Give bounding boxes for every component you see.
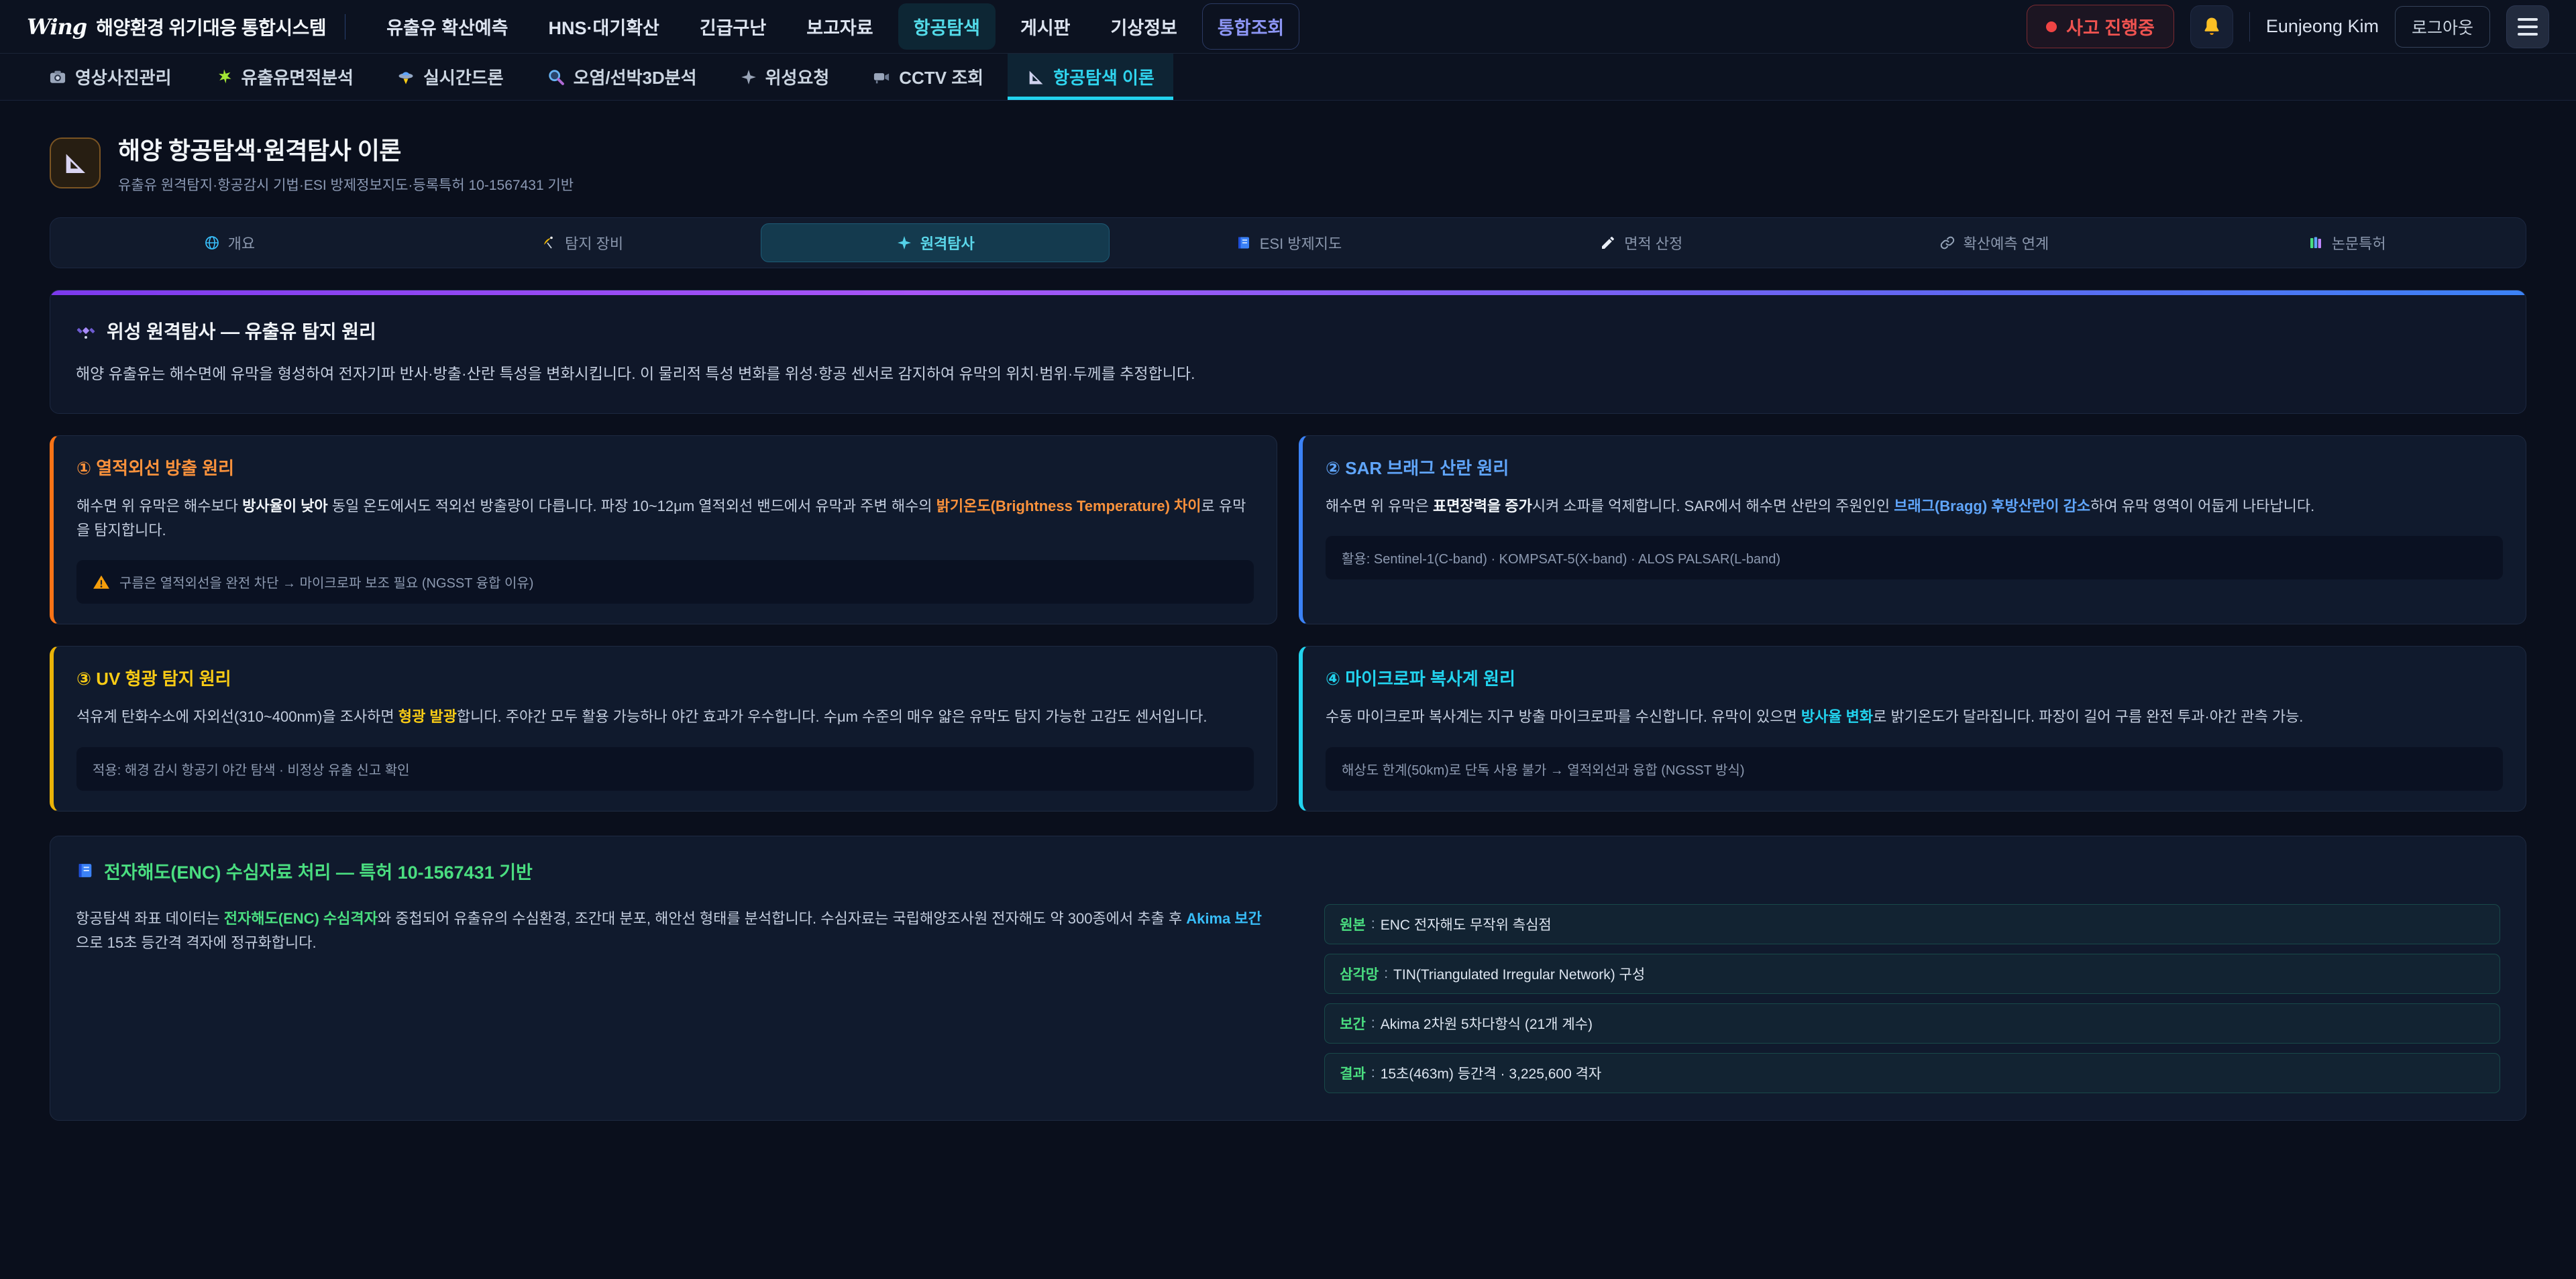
- enc-description: 항공탐색 좌표 데이터는 전자해도(ENC) 수심격자와 중첩되어 유출유의 수…: [76, 904, 1264, 1093]
- subnav-item-cctv[interactable]: CCTV 조회: [853, 54, 1002, 100]
- bell-icon: [2200, 15, 2223, 38]
- set-square-icon: [1026, 68, 1045, 87]
- subnav-item-aerial-search-theory[interactable]: 항공탐색 이론: [1008, 54, 1173, 100]
- wing-logo-text: Wing: [27, 14, 87, 40]
- tab-overview[interactable]: 개요: [56, 223, 403, 262]
- main-nav: 유출유 확산예측 HNS·대기확산 긴급구난 보고자료 항공탐색 게시판 기상정…: [371, 3, 1299, 50]
- page-header: 해양 항공탐색·원격탐사 이론 유출유 원격탐지·항공감시 기법·ESI 방제정…: [50, 131, 2526, 194]
- section-description: 해양 유출유는 해수면에 유막을 형성하여 전자기파 반사·방출·산란 특성을 …: [76, 362, 2500, 386]
- enc-title: 전자해도(ENC) 수심자료 처리 — 특허 10-1567431 기반: [104, 858, 533, 884]
- books-icon: [2308, 235, 2324, 251]
- tab-esi-map[interactable]: ESI 방제지도: [1115, 223, 1462, 262]
- card-note: 적용: 해경 감시 항공기 야간 탐색 · 비정상 유출 신고 확인: [76, 747, 1254, 791]
- card-thermal-infrared: ① 열적외선 방출 원리 해수면 위 유막은 해수보다 방사율이 낮아 동일 온…: [50, 435, 1277, 625]
- hamburger-menu-button[interactable]: [2506, 5, 2549, 48]
- section-title-row: 위성 원격탐사 — 유출유 탐지 원리: [76, 317, 2500, 344]
- magnifier-icon: [547, 68, 566, 87]
- subnav-item-pollution-3d-analysis[interactable]: 오염/선박3D분석: [528, 54, 716, 100]
- drone-icon: [396, 68, 415, 87]
- card-microwave-radiometer: ④ 마이크로파 복사계 원리 수동 마이크로파 복사계는 지구 방출 마이크로파…: [1299, 646, 2526, 811]
- book-icon: [1236, 235, 1252, 251]
- tab-diffusion-forecast-link[interactable]: 확산예측 연계: [1821, 223, 2168, 262]
- principle-cards-grid: ① 열적외선 방출 원리 해수면 위 유막은 해수보다 방사율이 낮아 동일 온…: [50, 435, 2526, 812]
- card-body: 석유계 탄화수소에 자외선(310~400nm)을 조사하면 형광 발광합니다.…: [76, 705, 1254, 729]
- dish-icon: [541, 235, 557, 251]
- page-title-group: 해양 항공탐색·원격탐사 이론 유출유 원격탐지·항공감시 기법·ESI 방제정…: [118, 131, 574, 194]
- link-icon: [1939, 235, 1955, 251]
- pencil-icon: [1600, 235, 1616, 251]
- page-subtitle: 유출유 원격탐지·항공감시 기법·ESI 방제정보지도·등록특허 10-1567…: [118, 174, 574, 194]
- enc-bathymetry-section: 전자해도(ENC) 수심자료 처리 — 특허 10-1567431 기반 항공탐…: [50, 836, 2526, 1121]
- enc-row-interpolation: 보간 : Akima 2차원 5차다항식 (21개 계수): [1324, 1003, 2500, 1044]
- set-square-icon: [62, 150, 89, 176]
- enc-process-list: 원본 : ENC 전자해도 무작위 측심점 삼각망 : TIN(Triangul…: [1324, 904, 2500, 1093]
- satellite-icon: [76, 321, 96, 341]
- nav-item-emergency-rescue[interactable]: 긴급구난: [684, 3, 782, 50]
- tab-detection-equipment[interactable]: 탐지 장비: [409, 223, 756, 262]
- card-note: 활용: Sentinel-1(C-band) · KOMPSAT-5(X-ban…: [1326, 536, 2503, 579]
- book-icon: [76, 861, 95, 880]
- cctv-icon: [872, 68, 891, 87]
- card-body: 해수면 위 유막은 해수보다 방사율이 낮아 동일 온도에서도 적외선 방출량이…: [76, 494, 1254, 543]
- card-title: ③ UV 형광 탐지 원리: [76, 665, 1254, 690]
- divider: [2249, 12, 2250, 42]
- user-name: Eunjeong Kim: [2266, 16, 2379, 37]
- card-note: 해상도 한계(50km)로 단독 사용 불가 → 열적외선과 융합 (NGSST…: [1326, 747, 2503, 791]
- topbar-right-group: 사고 진행중 Eunjeong Kim 로그아웃: [2027, 5, 2549, 48]
- subnav-item-photo-management[interactable]: 영상사진관리: [30, 54, 191, 100]
- enc-row-source: 원본 : ENC 전자해도 무작위 측심점: [1324, 904, 2500, 944]
- satellite-star-icon: [740, 68, 757, 86]
- incident-status-badge[interactable]: 사고 진행중: [2027, 5, 2174, 48]
- globe-icon: [204, 235, 220, 251]
- enc-row-result: 결과 : 15초(463m) 등간격 · 3,225,600 격자: [1324, 1053, 2500, 1093]
- card-uv-fluorescence: ③ UV 형광 탐지 원리 석유계 탄화수소에 자외선(310~400nm)을 …: [50, 646, 1277, 811]
- card-title: ④ 마이크로파 복사계 원리: [1326, 665, 2503, 690]
- page-title: 해양 항공탐색·원격탐사 이론: [118, 131, 574, 166]
- warning-icon: [93, 573, 110, 591]
- nav-item-integrated-query[interactable]: 통합조회: [1202, 3, 1299, 50]
- main-content: 해양 항공탐색·원격탐사 이론 유출유 원격탐지·항공감시 기법·ESI 방제정…: [0, 101, 2576, 1121]
- status-dot-icon: [2046, 21, 2057, 32]
- camera-icon: [48, 68, 67, 87]
- nav-item-board[interactable]: 게시판: [1005, 3, 1086, 50]
- card-body: 해수면 위 유막은 표면장력을 증가시켜 소파를 억제합니다. SAR에서 해수…: [1326, 494, 2503, 518]
- subnav-item-realtime-drone[interactable]: 실시간드론: [378, 54, 523, 100]
- content-tab-bar: 개요 탐지 장비 원격탐사 ESI 방제지도: [50, 217, 2526, 268]
- card-title: ① 열적외선 방출 원리: [76, 455, 1254, 480]
- subnav-item-oil-area-analysis[interactable]: 유출유면적분석: [196, 54, 372, 100]
- nav-item-weather-info[interactable]: 기상정보: [1095, 3, 1193, 50]
- nav-item-oil-spread-forecast[interactable]: 유출유 확산예측: [371, 3, 523, 50]
- tab-remote-sensing[interactable]: 원격탐사: [761, 223, 1110, 262]
- enc-title-row: 전자해도(ENC) 수심자료 처리 — 특허 10-1567431 기반: [76, 858, 2500, 884]
- app-logo[interactable]: Wing 해양환경 위기대응 통합시스템: [27, 13, 326, 40]
- puzzle-icon: [215, 68, 233, 87]
- card-title: ② SAR 브래그 산란 원리: [1326, 455, 2503, 480]
- logout-button[interactable]: 로그아웃: [2395, 6, 2490, 48]
- card-body: 수동 마이크로파 복사계는 지구 방출 마이크로파를 수신합니다. 유막이 있으…: [1326, 705, 2503, 729]
- enc-row-tin: 삼각망 : TIN(Triangulated Irregular Network…: [1324, 954, 2500, 994]
- sparkle-icon: [896, 235, 912, 251]
- nav-item-hns-atmospheric[interactable]: HNS·대기확산: [533, 3, 675, 50]
- tab-area-calculation[interactable]: 면적 산정: [1468, 223, 1815, 262]
- top-navigation-bar: Wing 해양환경 위기대응 통합시스템 유출유 확산예측 HNS·대기확산 긴…: [0, 0, 2576, 54]
- remote-sensing-section: 위성 원격탐사 — 유출유 탐지 원리 해양 유출유는 해수면에 유막을 형성하…: [50, 290, 2526, 414]
- page-icon-box: [50, 137, 101, 188]
- section-title: 위성 원격탐사 — 유출유 탐지 원리: [107, 317, 376, 344]
- card-note: 구름은 열적외선을 완전 차단 → 마이크로파 보조 필요 (NGSST 융합 …: [76, 560, 1254, 604]
- tab-papers-patents[interactable]: 논문특허: [2173, 223, 2520, 262]
- app-title: 해양환경 위기대응 통합시스템: [96, 13, 326, 40]
- notifications-button[interactable]: [2190, 5, 2233, 48]
- card-sar-bragg: ② SAR 브래그 산란 원리 해수면 위 유막은 표면장력을 증가시켜 소파를…: [1299, 435, 2526, 625]
- subnav-item-satellite-request[interactable]: 위성요청: [721, 54, 849, 100]
- nav-item-reports[interactable]: 보고자료: [791, 3, 888, 50]
- hamburger-icon: [2518, 18, 2538, 21]
- incident-badge-label: 사고 진행중: [2066, 13, 2155, 40]
- sub-navigation-bar: 영상사진관리 유출유면적분석 실시간드론 오염/선박3D분석 위성요청: [0, 54, 2576, 101]
- enc-content: 항공탐색 좌표 데이터는 전자해도(ENC) 수심격자와 중첩되어 유출유의 수…: [76, 904, 2500, 1093]
- nav-item-aerial-search[interactable]: 항공탐색: [898, 3, 996, 50]
